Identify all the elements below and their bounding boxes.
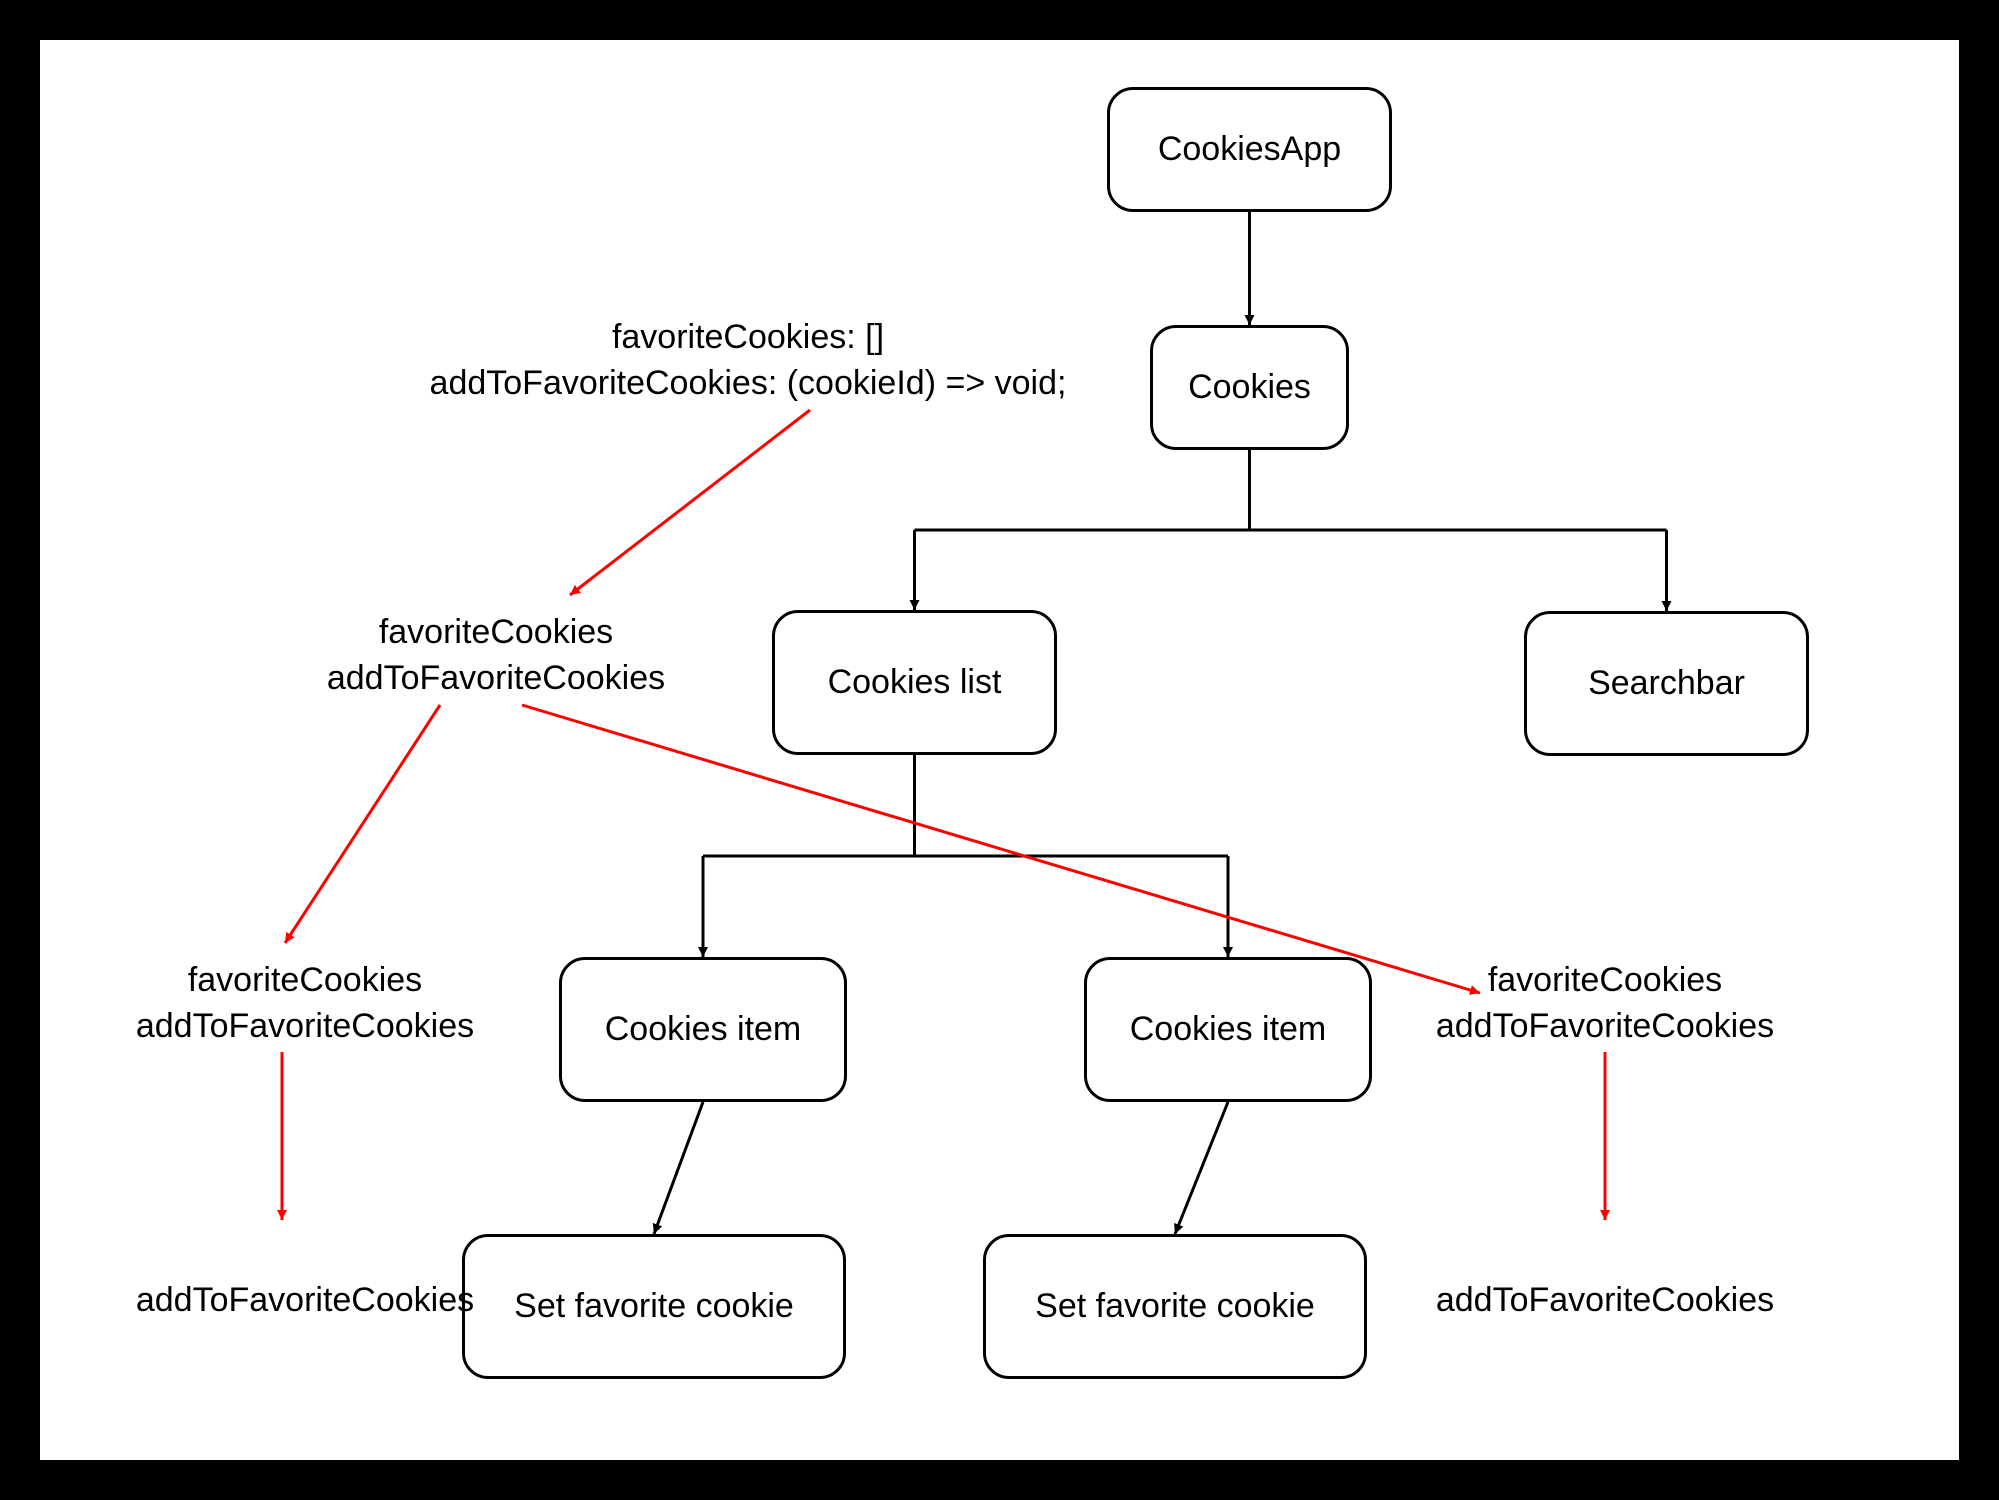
prop-label-left-3: addToFavoriteCookies: [115, 1278, 495, 1324]
node-set-favorite-1: Set favorite cookie: [462, 1234, 846, 1379]
node-label: Searchbar: [1588, 662, 1745, 705]
node-cookies-list: Cookies list: [772, 610, 1057, 755]
node-cookies-item-2: Cookies item: [1084, 957, 1372, 1102]
node-label: Cookies item: [605, 1008, 802, 1051]
node-cookies-item-1: Cookies item: [559, 957, 847, 1102]
node-set-favorite-2: Set favorite cookie: [983, 1234, 1367, 1379]
node-label: Cookies item: [1130, 1008, 1327, 1051]
node-label: Cookies list: [828, 661, 1002, 704]
prop-label-root: favoriteCookies: [] addToFavoriteCookies…: [398, 315, 1098, 407]
prop-label-right-3: addToFavoriteCookies: [1415, 1278, 1795, 1324]
node-searchbar: Searchbar: [1524, 611, 1809, 756]
node-label: Cookies: [1188, 366, 1311, 409]
diagram-canvas: CookiesApp Cookies Cookies list Searchba…: [40, 40, 1959, 1460]
prop-label-mid: favoriteCookies addToFavoriteCookies: [306, 610, 686, 702]
prop-label-left-2: favoriteCookies addToFavoriteCookies: [115, 958, 495, 1050]
node-cookies: Cookies: [1150, 325, 1349, 450]
node-label: Set favorite cookie: [1035, 1285, 1315, 1328]
node-label: CookiesApp: [1158, 128, 1341, 171]
node-cookiesapp: CookiesApp: [1107, 87, 1392, 212]
node-label: Set favorite cookie: [514, 1285, 794, 1328]
prop-label-right-2: favoriteCookies addToFavoriteCookies: [1415, 958, 1795, 1050]
